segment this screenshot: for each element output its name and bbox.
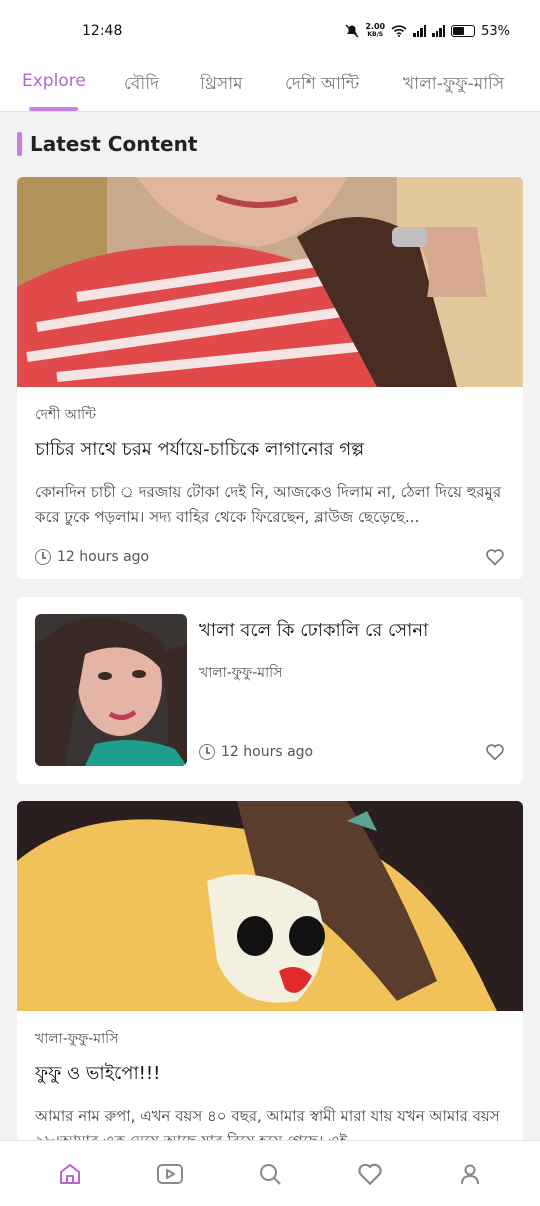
- profile-icon[interactable]: [458, 1162, 482, 1186]
- mute-icon: [345, 24, 359, 38]
- post-image[interactable]: [17, 177, 523, 387]
- wifi-icon: [391, 25, 407, 37]
- post-time: 12 hours ago: [199, 744, 313, 760]
- clock-icon: [199, 744, 215, 760]
- tab-khala-fufu-masi[interactable]: খালা-ফুফু-মাসি: [403, 71, 504, 99]
- favorite-heart-icon[interactable]: [485, 548, 505, 566]
- tab-desi-aunty[interactable]: দেশি আন্টি: [285, 71, 359, 99]
- nav-search[interactable]: [250, 1154, 290, 1194]
- bottom-navigation: [0, 1140, 540, 1206]
- post-excerpt: কোনদিন চাচী ্র দরজায় টোকা দেই নি, আজকেও…: [35, 483, 502, 526]
- post-card[interactable]: দেশী আন্টি চাচির সাথে চরম পর্যায়ে-চাচিক…: [17, 177, 523, 579]
- nav-profile[interactable]: [450, 1154, 490, 1194]
- home-icon[interactable]: [58, 1162, 82, 1186]
- nav-home[interactable]: [50, 1154, 90, 1194]
- post-category[interactable]: দেশী আন্টি: [35, 403, 505, 427]
- signal-icon-2: [432, 25, 446, 37]
- clock-icon: [35, 549, 51, 565]
- post-category[interactable]: খালা-ফুফু-মাসি: [199, 661, 505, 685]
- post-title[interactable]: ফুফু ও ভাইপো!!!: [35, 1059, 505, 1090]
- section-title: Latest Content: [30, 132, 198, 156]
- nav-videos[interactable]: [150, 1154, 190, 1194]
- status-bar: 12:48 2.00 KB/S 53%: [0, 0, 540, 62]
- status-icons: 2.00 KB/S 53%: [345, 23, 510, 39]
- post-image[interactable]: [17, 801, 523, 1011]
- battery-icon: [451, 25, 476, 37]
- battery-percent: 53%: [481, 23, 510, 39]
- tab-boudi[interactable]: বৌদি: [124, 71, 159, 99]
- tab-threesome[interactable]: থ্রিসাম: [200, 71, 243, 99]
- category-tabs: Explore বৌদি থ্রিসাম দেশি আন্টি খালা-ফুফ…: [0, 62, 540, 112]
- post-title[interactable]: চাচির সাথে চরম পর্যায়ে-চাচিকে লাগানোর গ…: [35, 435, 505, 466]
- status-time: 12:48: [82, 23, 123, 39]
- post-time: 12 hours ago: [35, 549, 149, 565]
- section-header: Latest Content: [17, 132, 197, 156]
- favorite-heart-icon[interactable]: [485, 743, 505, 761]
- network-speed: 2.00 KB/S: [365, 22, 386, 39]
- video-icon[interactable]: [157, 1163, 183, 1185]
- nav-favorites[interactable]: [350, 1154, 390, 1194]
- post-title[interactable]: খালা বলে কি ঢোকালি রে সোনা: [199, 616, 505, 647]
- tab-explore[interactable]: Explore: [22, 71, 86, 91]
- post-card[interactable]: খালা-ফুফু-মাসি ফুফু ও ভাইপো!!! আমার নাম …: [17, 801, 523, 1161]
- signal-icon: [413, 25, 427, 37]
- section-accent-bar: [17, 132, 22, 156]
- post-thumbnail[interactable]: [35, 614, 187, 766]
- heart-icon[interactable]: [357, 1162, 383, 1186]
- search-icon[interactable]: [258, 1162, 282, 1186]
- post-card[interactable]: খালা বলে কি ঢোকালি রে সোনা খালা-ফুফু-মাস…: [17, 597, 523, 784]
- post-category[interactable]: খালা-ফুফু-মাসি: [35, 1027, 505, 1051]
- tab-indicator: [29, 107, 78, 111]
